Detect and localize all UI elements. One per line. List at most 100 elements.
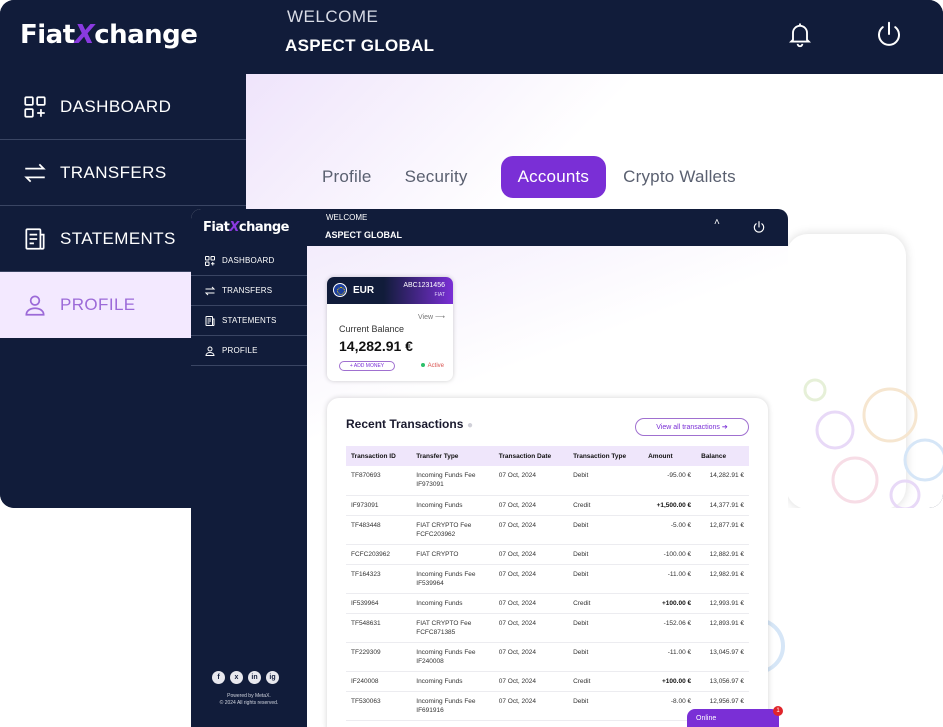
back-logo[interactable]: FiatXchange	[20, 20, 198, 50]
x-icon[interactable]: x	[230, 671, 243, 684]
view-all-transactions-button[interactable]: View all transactions ➔	[635, 418, 749, 436]
online-chat-button[interactable]: Online	[687, 709, 779, 727]
sidebar-item-label: STATEMENTS	[222, 316, 277, 325]
linkedin-icon[interactable]: in	[248, 671, 261, 684]
amount: -95.00 €	[643, 466, 697, 496]
dashboard-icon	[205, 255, 215, 266]
transaction-type: Debit	[568, 466, 644, 496]
tab-profile[interactable]: Profile	[322, 167, 372, 187]
table-row[interactable]: IF240008 Incoming Funds 07 Oct, 2024 Cre…	[346, 671, 749, 692]
transfer-type: Incoming Funds	[411, 671, 494, 692]
transfer-type-ref: IF691916	[416, 706, 444, 714]
transaction-id: IF973091	[346, 495, 412, 516]
front-company-name: ASPECT GLOBAL	[325, 230, 403, 240]
transaction-type: Debit	[568, 691, 644, 721]
table-row[interactable]: TF164323 Incoming Funds Fee IF539964 07 O…	[346, 564, 749, 594]
transaction-type: Debit	[568, 544, 644, 565]
transfer-type: FIAT CRYPTO Fee FCFC871385	[411, 613, 494, 643]
powered-by-line: Powered by MetaX.	[227, 693, 271, 699]
transaction-id: TF530063	[346, 691, 412, 721]
transaction-id: TF229309	[346, 642, 412, 672]
transaction-id: IF240008	[346, 671, 412, 692]
table-row[interactable]: TF548631 FIAT CRYPTO Fee FCFC871385 07 Oc…	[346, 613, 749, 643]
transfer-type: Incoming Funds	[411, 495, 494, 516]
column-header: Transfer Type	[411, 446, 494, 466]
account-card[interactable]: EUR ABC1231456 FIAT View ⟶ Current Balan…	[327, 277, 453, 381]
instagram-icon[interactable]: ig	[266, 671, 279, 684]
column-header: Transaction ID	[346, 446, 412, 466]
back-company-name: ASPECT GLOBAL	[285, 36, 435, 55]
recent-transactions-title: Recent Transactions	[346, 417, 464, 431]
balance: 12,882.91 €	[696, 544, 749, 565]
tab-crypto-wallets[interactable]: Crypto Wallets	[623, 167, 736, 187]
transfer-type: Incoming Funds Fee IF691916	[411, 691, 494, 721]
transaction-date: 07 Oct, 2024	[493, 671, 569, 692]
balance-value: 14,282.91 €	[339, 338, 413, 354]
transfer-type-line: FIAT CRYPTO Fee	[416, 521, 472, 529]
tab-security[interactable]: Security	[405, 167, 468, 187]
social-links: f x in ig	[212, 671, 284, 684]
transaction-date: 07 Oct, 2024	[493, 544, 569, 565]
info-icon: ●	[467, 420, 474, 431]
canvas: FiatXchange WELCOME ASPECT GLOBAL DASHBO…	[0, 0, 943, 727]
front-header: FiatXchange WELCOME ASPECT GLOBAL ˄	[191, 209, 788, 246]
transaction-date: 07 Oct, 2024	[493, 495, 569, 516]
amount: -11.00 €	[643, 564, 697, 594]
sidebar-item-transfers[interactable]: TRANSFERS	[0, 140, 246, 206]
table-row[interactable]: TF229309 Incoming Funds Fee IF240008 07 O…	[346, 642, 749, 672]
transfer-type-line: Incoming Funds Fee	[416, 648, 476, 656]
front-logo[interactable]: FiatXchange	[203, 220, 289, 235]
profile-icon	[205, 346, 215, 356]
balance: 13,056.97 €	[696, 671, 749, 692]
caret-up-icon[interactable]: ˄	[714, 217, 720, 228]
column-header: Amount	[643, 446, 697, 466]
power-icon[interactable]	[874, 19, 904, 49]
transaction-date: 07 Oct, 2024	[493, 642, 569, 672]
transfers-icon	[204, 286, 216, 295]
bell-icon[interactable]	[786, 20, 814, 48]
balance: 12,993.91 €	[696, 593, 749, 614]
facebook-icon[interactable]: f	[212, 671, 225, 684]
sidebar-item-label: TRANSFERS	[60, 162, 167, 182]
transaction-id: IF539964	[346, 593, 412, 614]
transaction-id: TF548631	[346, 613, 412, 643]
transfer-type-ref: FCFC203962	[416, 530, 456, 538]
transfer-type: Incoming Funds Fee IF240008	[411, 642, 494, 672]
transaction-type: Credit	[568, 495, 644, 516]
balance: 14,282.91 €	[696, 466, 749, 496]
statements-icon	[205, 315, 215, 326]
power-icon[interactable]	[752, 220, 766, 234]
table-row[interactable]: IF539964 Incoming Funds 07 Oct, 2024 Cre…	[346, 593, 749, 614]
add-money-button[interactable]: + ADD MONEY	[339, 361, 395, 371]
transfer-type: Incoming Funds Fee IF973091	[411, 466, 494, 496]
column-header: Transaction Type	[568, 446, 644, 466]
transfer-type-ref: IF973091	[416, 481, 444, 488]
amount: -5.00 €	[643, 515, 697, 545]
table-row[interactable]: IF973091 Incoming Funds 07 Oct, 2024 Cre…	[346, 495, 749, 516]
back-welcome-text: WELCOME	[287, 7, 379, 26]
front-sidebar: DASHBOARD TRANSFERS STATEMENTS PROFILE f…	[191, 246, 437, 727]
balance: 12,877.91 €	[696, 515, 749, 545]
transaction-type: Credit	[568, 671, 644, 692]
dashboard-icon	[24, 95, 46, 118]
table-row[interactable]: TF870693 Incoming Funds Fee IF973091 07 O…	[346, 466, 749, 496]
transfer-type-ref: FCFC871385	[416, 628, 456, 636]
column-header: Transaction Date	[493, 446, 569, 466]
account-number: ABC1231456	[403, 282, 445, 289]
sidebar-item-dashboard[interactable]: DASHBOARD	[0, 74, 246, 140]
transaction-date: 07 Oct, 2024	[493, 515, 569, 545]
amount: +100.00 €	[643, 593, 697, 614]
profile-icon	[25, 295, 45, 316]
sidebar-item-label: DASHBOARD	[60, 96, 172, 116]
table-row[interactable]: FCFC203962 FIAT CRYPTO 07 Oct, 2024 Debi…	[346, 544, 749, 565]
transaction-date: 07 Oct, 2024	[493, 564, 569, 594]
sidebar-item-label: PROFILE	[60, 295, 136, 314]
account-card-header: EUR ABC1231456 FIAT	[327, 277, 453, 304]
table-row[interactable]: TF483448 FIAT CRYPTO Fee FCFC203962 07 Oc…	[346, 515, 749, 545]
tab-accounts[interactable]: Accounts	[500, 156, 607, 198]
balance: 14,377.91 €	[696, 495, 749, 516]
front-window: FiatXchange WELCOME ASPECT GLOBAL ˄ DASH…	[191, 209, 788, 727]
back-header: FiatXchange WELCOME ASPECT GLOBAL	[0, 0, 943, 74]
transfer-type-ref: IF240008	[416, 657, 444, 665]
view-account-link[interactable]: View ⟶	[418, 313, 445, 321]
